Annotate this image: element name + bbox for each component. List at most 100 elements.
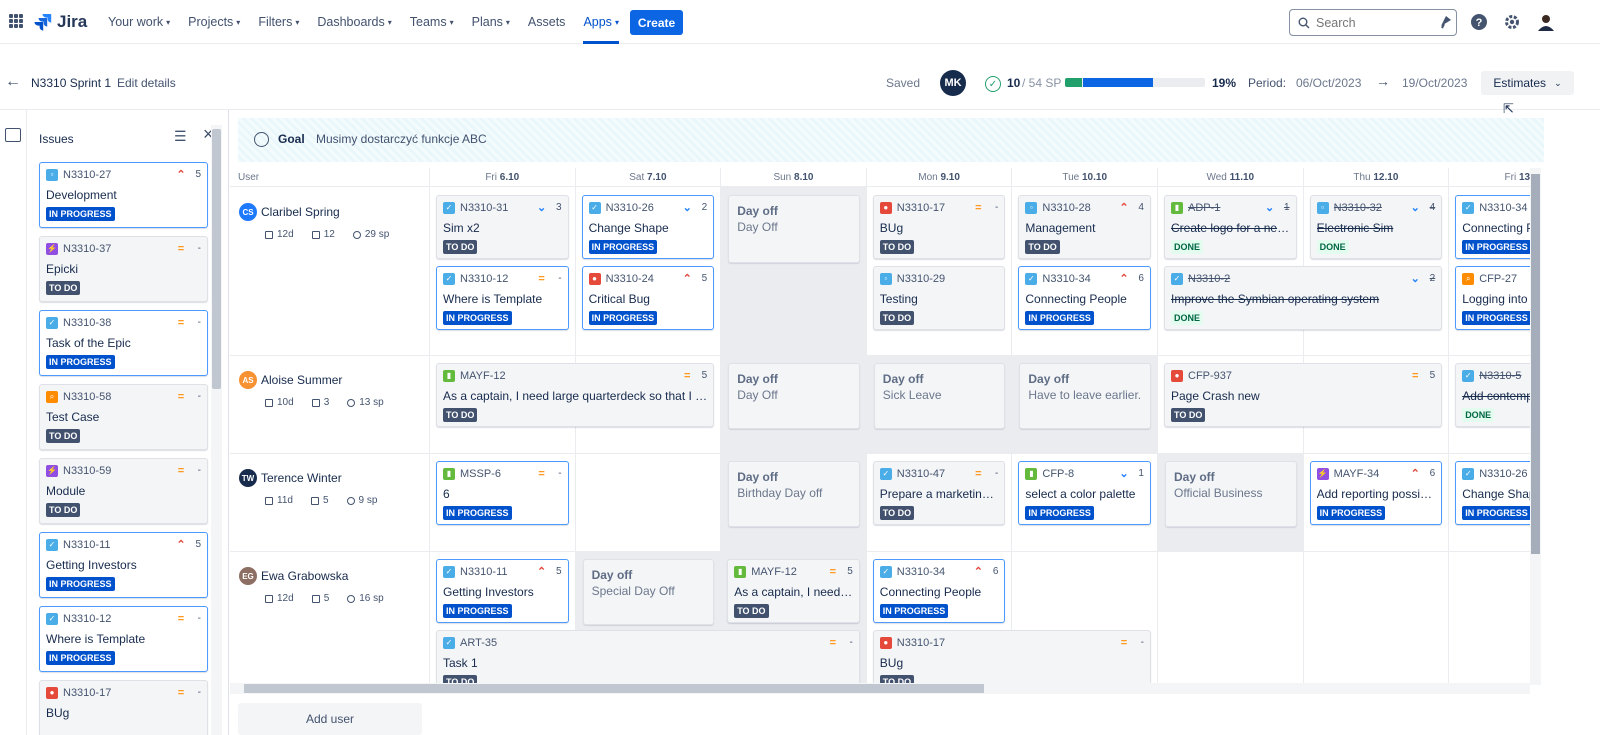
nav-item-dashboards[interactable]: Dashboards ▾: [317, 0, 391, 44]
user-name[interactable]: Terence Winter: [261, 471, 342, 485]
issue-card[interactable]: ⚡ N3310-59 = - Module TO DO: [39, 458, 208, 524]
day-off-card[interactable]: Day off Have to leave earlier.: [1019, 363, 1151, 429]
goal-text[interactable]: Musimy dostarczyć funkcje ABC: [316, 132, 487, 146]
issue-key: MAYF-34: [1333, 467, 1380, 480]
issue-card[interactable]: ✓ N3310-5 Add contemp DONE: [1455, 363, 1530, 427]
day-off-card[interactable]: Day off Official Business: [1165, 461, 1297, 527]
user-avatar[interactable]: MK: [940, 70, 966, 96]
issue-title: As a captain, I need la...: [734, 585, 853, 599]
user-avatar[interactable]: TW: [239, 469, 257, 487]
issue-card[interactable]: ✓ N3310-34 ⌃ 6 Connecting People IN PROGRESS: [1018, 266, 1151, 330]
issue-card[interactable]: ✓ N3310-11 ⌃ 5 Getting Investors IN PROGRESS: [436, 559, 569, 623]
issue-card[interactable]: ✓ N3310-34 ⌃ 6 Connecting People IN PROGRESS: [872, 559, 1006, 623]
filter-icon[interactable]: ☰: [174, 128, 187, 145]
create-button[interactable]: Create: [630, 10, 683, 35]
issue-card[interactable]: ▫ N3310-28 ⌃ 4 Management TO DO: [1018, 195, 1151, 259]
user-avatar[interactable]: CS: [239, 203, 257, 221]
issue-card[interactable]: ✓ N3310-12 = - Where is Template IN PROGRESS: [39, 606, 208, 672]
chevron-down-icon: ▾: [449, 17, 454, 27]
issue-card[interactable]: ● CFP-937 = 5 Page Crash new TO DO: [1164, 363, 1443, 427]
issue-card[interactable]: ✓ N3310-26 ⌄ 2 Change Shape IN PROGRESS: [581, 195, 715, 259]
issue-card[interactable]: ✓ N3310-12 = - Where is Template IN PROGRESS: [436, 266, 569, 330]
nav-item-apps[interactable]: Apps ▾: [583, 0, 619, 44]
period-end[interactable]: 19/Oct/2023: [1402, 76, 1467, 90]
notifications-icon[interactable]: [1436, 12, 1456, 32]
period-start[interactable]: 06/Oct/2023: [1296, 76, 1361, 90]
issue-key: N3310-38: [63, 316, 112, 329]
user-name[interactable]: Claribel Spring: [261, 205, 340, 219]
user-name[interactable]: Ewa Grabowska: [261, 569, 348, 583]
status-badge: IN PROGRESS: [879, 604, 949, 618]
help-icon[interactable]: ?: [1469, 12, 1489, 32]
estimate: -: [849, 637, 853, 648]
app-switcher-icon[interactable]: [9, 14, 23, 28]
estimate: 5: [701, 370, 708, 381]
issue-title: Testing: [879, 292, 918, 306]
issue-card[interactable]: ✓ N3310-26 Change Shape IN PROGRESS: [1455, 461, 1530, 525]
issue-card[interactable]: ● N3310-17 = - BUg TO DO: [872, 195, 1006, 259]
issue-card[interactable]: ✓ N3310-47 = - Prepare a marketing c... TO DO: [872, 461, 1006, 525]
issue-key: CFP-27: [1479, 272, 1518, 285]
issue-card[interactable]: ⚡ N3310-37 = - Epicki TO DO: [39, 236, 208, 302]
settings-gear-icon[interactable]: [1502, 12, 1522, 32]
issue-card[interactable]: ● N3310-17 = - BUg: [39, 680, 208, 735]
user-avatar[interactable]: AS: [239, 371, 257, 389]
scrollbar-thumb[interactable]: [212, 129, 221, 389]
issue-card[interactable]: ● N3310-17 = - BUg TO DO: [872, 630, 1151, 685]
issue-card[interactable]: ⚡ MAYF-34 ⌃ 6 Add reporting possibil... IN PR…: [1309, 461, 1443, 525]
profile-avatar[interactable]: [1536, 12, 1556, 32]
issue-card[interactable]: ▮ CFP-8 ⌄ 1 select a color palette IN PROGRES…: [1018, 461, 1151, 525]
nav-item-projects[interactable]: Projects ▾: [188, 0, 240, 44]
issue-card[interactable]: ▮ MAYF-12 = 5 As a captain, I need la... TO D…: [727, 559, 860, 623]
grid-vertical-scrollbar[interactable]: [1530, 168, 1541, 685]
card-header: ✓ N3310-26 ⌄ 2: [588, 200, 707, 215]
scrollbar-thumb[interactable]: [244, 684, 984, 693]
day-off-card[interactable]: Day off Sick Leave: [873, 363, 1006, 429]
issue-title: Where is Template: [443, 292, 543, 306]
issue-card[interactable]: ✓ N3310-34 Connecting Pe IN PROGRESS: [1455, 195, 1530, 259]
search-input[interactable]: [1316, 15, 1446, 30]
sprint-name: N3310 Sprint 1: [31, 76, 112, 90]
issue-card[interactable]: ▮ MAYF-12 = 5 As a captain, I need large qua…: [436, 363, 715, 427]
issue-card[interactable]: ⌕ N3310-58 = - Test Case TO DO: [39, 384, 208, 450]
user-cell: EG Ewa Grabowska 12d 5 16 sp: [239, 567, 384, 604]
issue-card[interactable]: ▫ N3310-32 ⌄ 4 Electronic Sim DONE: [1309, 195, 1443, 259]
estimates-dropdown[interactable]: Estimates ⌄: [1481, 71, 1574, 95]
nav-item-filters[interactable]: Filters ▾: [258, 0, 299, 44]
user-name[interactable]: Aloise Summer: [261, 373, 342, 387]
nav-item-plans[interactable]: Plans ▾: [472, 0, 510, 44]
back-arrow-icon[interactable]: ←: [5, 73, 21, 91]
user-avatar[interactable]: EG: [239, 567, 257, 585]
search-box[interactable]: [1289, 9, 1457, 36]
issue-card[interactable]: ● N3310-24 ⌃ 5 Critical Bug IN PROGRESS: [581, 266, 715, 330]
issues-scrollbar[interactable]: [211, 125, 222, 735]
issue-card[interactable]: ▫ N3310-27 ⌃ 5 Development IN PROGRESS: [39, 162, 208, 228]
issue-card[interactable]: ▮ MSSP-6 = - 6 IN PROGRESS: [436, 461, 569, 525]
day-off-card[interactable]: Day off Day Off: [728, 195, 860, 263]
issue-card[interactable]: ▫ N3310-29 Testing TO DO: [872, 266, 1006, 330]
day-off-card[interactable]: Day off Special Day Off: [582, 559, 715, 625]
issue-key: N3310-37: [63, 242, 112, 255]
story-type-icon: ▮: [734, 565, 747, 578]
issue-card[interactable]: ✓ N3310-11 ⌃ 5 Getting Investors IN PROGRESS: [39, 532, 208, 598]
grid-horizontal-scrollbar[interactable]: [230, 683, 1530, 694]
edit-details-link[interactable]: Edit details: [117, 76, 176, 90]
nav-item-your-work[interactable]: Your work ▾: [108, 0, 170, 44]
issue-card[interactable]: ▮ ADP-1 ⌄ 1 Create logo for a new-... DONE: [1164, 195, 1297, 259]
jira-logo[interactable]: Jira: [34, 11, 87, 33]
scrollbar-thumb[interactable]: [1531, 174, 1540, 554]
stat-value: 5: [323, 593, 330, 604]
board-icon[interactable]: [5, 128, 21, 142]
issue-card[interactable]: ⌕ CFP-27 Logging into c IN PROGRESS: [1455, 266, 1530, 330]
stat-value: 11d: [277, 495, 293, 506]
day-off-card[interactable]: Day off Birthday Day off: [728, 461, 860, 527]
day-off-card[interactable]: Day off Day Off: [728, 363, 860, 429]
issue-card[interactable]: ✓ N3310-31 ⌄ 3 Sim x2 TO DO: [436, 195, 569, 259]
add-user-button[interactable]: Add user: [238, 703, 422, 735]
issue-card[interactable]: ✓ N3310-2 ⌄ 2 Improve the Symbian operating …: [1164, 266, 1443, 330]
nav-item-teams[interactable]: Teams ▾: [410, 0, 454, 44]
issue-card[interactable]: ✓ ART-35 = - Task 1 TO DO: [436, 630, 860, 685]
nav-item-assets[interactable]: Assets: [528, 0, 566, 44]
issue-title: Create logo for a new-...: [1171, 221, 1290, 235]
issue-card[interactable]: ✓ N3310-38 = - Task of the Epic IN PROGRESS: [39, 310, 208, 376]
